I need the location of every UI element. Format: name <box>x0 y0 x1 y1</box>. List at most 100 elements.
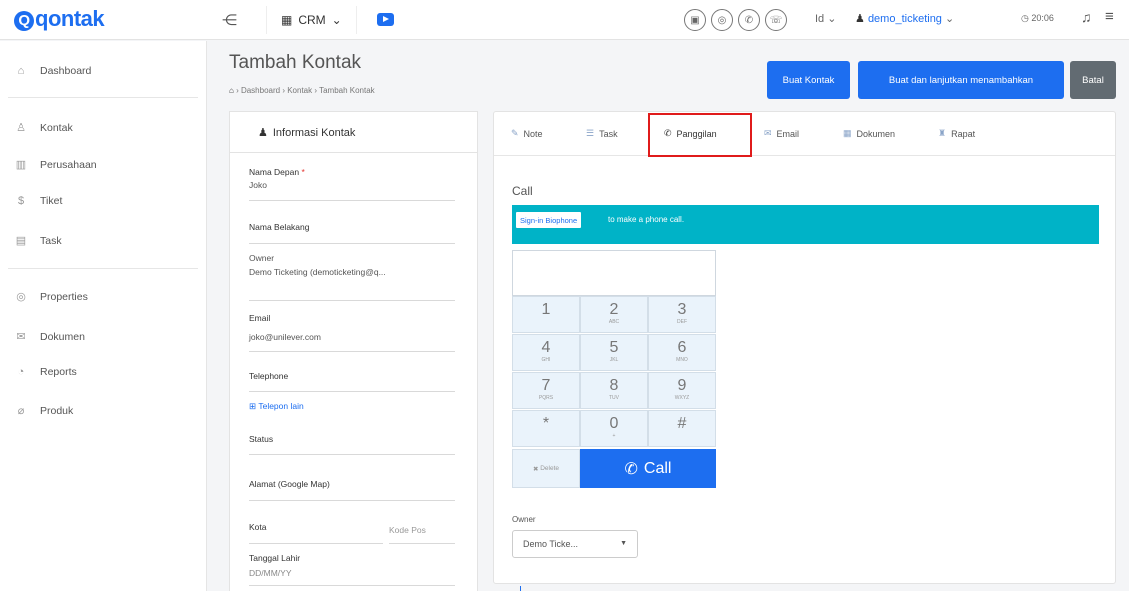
language-select[interactable]: Id ⌄ <box>815 12 836 25</box>
city-field[interactable] <box>249 543 383 544</box>
sidebar: ⌂ Dashboard ♙ Kontak ▥ Perusahaan $ Tiket ▤ T… <box>0 41 207 591</box>
tab-rapat[interactable]: ♜ Rapat <box>938 128 975 139</box>
city-label: Kota <box>249 522 267 532</box>
page-title: Tambah Kontak <box>229 52 362 73</box>
sidebar-item-dashboard[interactable]: ⌂ Dashboard <box>14 65 92 77</box>
cancel-button[interactable]: Batal <box>1070 61 1116 99</box>
add-telephone-link[interactable]: ⊞ Telepon lain <box>249 401 304 412</box>
create-and-continue-button[interactable]: Buat dan lanjutkan menambahkan <box>858 61 1064 99</box>
inbox-icon[interactable]: ▣ <box>684 9 706 31</box>
status-field[interactable] <box>249 454 455 455</box>
divider <box>389 543 455 544</box>
home-icon: ⌂ <box>17 65 25 77</box>
sidebar-item-dokumen[interactable]: ✉ Dokumen <box>14 330 85 344</box>
bell-icon[interactable]: ♫ <box>1081 9 1092 25</box>
dial-key-5[interactable]: 5 JKL <box>580 334 648 371</box>
address-label: Alamat (Google Map) <box>249 479 330 489</box>
divider <box>249 585 455 586</box>
chevron-down-icon: ⌄ <box>945 13 955 25</box>
create-contact-button[interactable]: Buat Kontak <box>767 61 850 99</box>
caret-down-icon: ▼ <box>620 540 627 547</box>
active-tab-highlight <box>648 113 752 157</box>
mail-icon: ✉ <box>764 128 772 138</box>
first-name-field[interactable]: Joko <box>249 180 267 190</box>
grid-icon: ▦ <box>281 13 293 27</box>
dial-key-3[interactable]: 3 DEF <box>648 296 716 333</box>
dialpad: 1 2 ABC 3 DEF 4 GHI 5 JKL 6 MNO 7 PQRS 8 TUV 9W… <box>512 250 716 488</box>
dial-key-6[interactable]: 6 MNO <box>648 334 716 371</box>
reports-icon: ◔ <box>17 366 25 378</box>
dial-key-8[interactable]: 8 TUV <box>580 372 648 409</box>
dial-key-2[interactable]: 2 ABC <box>580 296 648 333</box>
sign-in-biophone-button[interactable]: Sign-in Biophone <box>516 212 582 228</box>
dial-key-7[interactable]: 7 PQRS <box>512 372 580 409</box>
chevron-down-icon: ⌄ <box>331 13 342 27</box>
sidebar-item-task[interactable]: ▤ Task <box>14 234 62 248</box>
owner-select[interactable]: Demo Ticke... ▼ <box>512 530 638 558</box>
sidebar-toggle-icon[interactable]: ⋲ <box>222 11 237 29</box>
status-label: Status <box>249 434 274 444</box>
menu-icon[interactable]: ≡ <box>1105 8 1114 25</box>
tab-dokumen[interactable]: ▦ Dokumen <box>843 128 895 139</box>
tag-icon: ⌀ <box>17 405 25 417</box>
sidebar-item-tiket[interactable]: $ Tiket <box>14 195 62 207</box>
dial-key-4[interactable]: 4 GHI <box>512 334 580 371</box>
youtube-icon[interactable] <box>377 13 394 26</box>
top-bar: Qqontak ⋲ ▦ CRM ⌄ ▣ ◎ ✆ ☏ Id ⌄ ♟ demo_ti… <box>0 0 1129 40</box>
chevron-down-icon: ⌄ <box>827 13 837 25</box>
phone-icon[interactable]: ✆ <box>738 9 760 31</box>
dial-key-9[interactable]: 9 WXYZ <box>648 372 716 409</box>
call-button[interactable]: ✆ Call <box>580 449 716 488</box>
clock-icon: ◷ <box>1021 13 1029 23</box>
telephone-label: Telephone <box>249 371 289 381</box>
edit-icon: ✎ <box>511 128 519 138</box>
owner-field[interactable]: Demo Ticketing (demoticketing@q... <box>249 267 386 277</box>
breadcrumb-dashboard[interactable]: Dashboard <box>241 86 280 95</box>
user-menu[interactable]: ♟ demo_ticketing ⌄ <box>855 12 954 25</box>
telephone-field[interactable] <box>249 391 455 392</box>
banner-text: to make a phone call. <box>608 215 685 224</box>
sidebar-item-properties[interactable]: ◎ Properties <box>14 290 88 304</box>
activity-panel: ✎ Note ☰ Task ✆ Panggilan ✉ Email ▦ Dokumen ♜… <box>493 111 1116 591</box>
sidebar-item-reports[interactable]: ◔ Reports <box>14 366 77 378</box>
sidebar-item-perusahaan[interactable]: ▥ Perusahaan <box>14 158 97 172</box>
app-switcher[interactable]: ▦ CRM ⌄ <box>266 6 357 34</box>
divider <box>249 200 455 201</box>
address-field[interactable] <box>249 500 455 501</box>
sidebar-item-produk[interactable]: ⌀ Produk <box>14 404 74 418</box>
dial-number-input[interactable] <box>512 250 716 296</box>
breadcrumb-kontak[interactable]: Kontak <box>287 86 312 95</box>
dial-delete-button[interactable]: ✖ Delete <box>512 449 580 488</box>
chat-icon[interactable]: ◎ <box>711 9 733 31</box>
birthdate-label: Tanggal Lahir <box>249 553 301 563</box>
last-name-field[interactable] <box>249 243 455 244</box>
qontak-logo[interactable]: Qqontak <box>14 6 105 32</box>
call-title: Call <box>512 184 533 198</box>
breadcrumb: ⌂ › Dashboard › Kontak › Tambah Kontak <box>229 86 375 95</box>
divider <box>249 351 455 352</box>
tab-task[interactable]: ☰ Task <box>586 128 618 139</box>
dial-key-hash[interactable]: # <box>648 410 716 447</box>
document-icon: ✉ <box>16 331 26 343</box>
plus-icon: ⊞ <box>249 401 257 411</box>
dial-key-1[interactable]: 1 <box>512 296 580 333</box>
phone-icon: ✆ <box>624 460 638 478</box>
birthdate-field[interactable]: DD/MM/YY <box>249 568 292 578</box>
postal-code-field[interactable]: Kode Pos <box>389 525 426 535</box>
sidebar-item-kontak[interactable]: ♙ Kontak <box>14 121 73 135</box>
divider <box>8 97 198 98</box>
home-icon[interactable]: ⌂ <box>229 86 234 95</box>
email-field[interactable]: joko@unilever.com <box>249 332 321 342</box>
tab-note[interactable]: ✎ Note <box>511 128 543 139</box>
dial-key-star[interactable]: * <box>512 410 580 447</box>
divider <box>8 268 198 269</box>
close-icon: ✖ <box>532 465 539 473</box>
panel-header: ♟ Informasi Kontak <box>230 112 477 153</box>
channel-icons: ▣ ◎ ✆ ☏ <box>684 9 787 31</box>
clock: ◷ 20:06 <box>1021 13 1054 23</box>
tab-email[interactable]: ✉ Email <box>764 128 799 139</box>
file-icon: ▦ <box>843 128 852 138</box>
dial-key-0[interactable]: 0 + <box>580 410 648 447</box>
whatsapp-icon[interactable]: ☏ <box>765 9 787 31</box>
biophone-banner: Sign-in Biophone to make a phone call. <box>512 205 1099 244</box>
